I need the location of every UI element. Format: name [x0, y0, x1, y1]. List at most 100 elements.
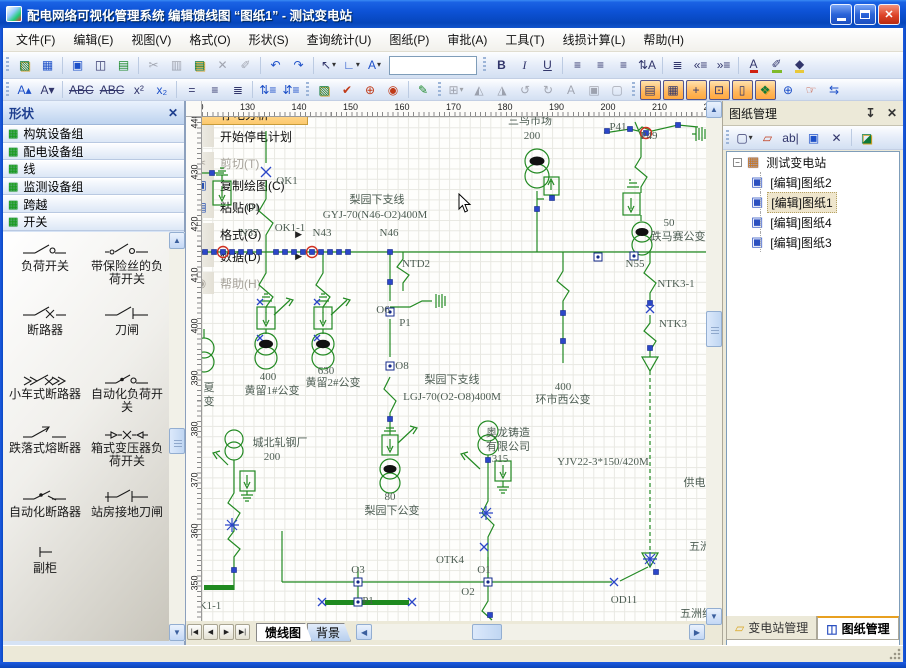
sheet-check-button[interactable]: ✔ — [337, 80, 358, 99]
save-button[interactable]: ▣ — [67, 56, 88, 75]
panel-tab-drawings[interactable]: ◫图纸管理 — [817, 616, 898, 640]
ruler-toggle-button[interactable]: ▤ — [640, 80, 661, 100]
last-page-button[interactable]: ▶| — [235, 624, 250, 640]
stencil-item-auto-load-switch[interactable]: 自动化负荷开关 — [87, 372, 167, 414]
menu-item-format[interactable]: 格式(O) — [180, 28, 239, 51]
print-button[interactable]: ▤ — [113, 56, 134, 75]
align-right-button[interactable]: ≡ — [613, 56, 634, 75]
stencil-scrollbar[interactable]: ▲ ▼ — [169, 232, 185, 641]
send-back-button[interactable]: ▢ — [607, 80, 628, 99]
fill-color-button[interactable]: ◆ — [789, 56, 810, 75]
canvas-scroll-up-icon[interactable]: ▲ — [706, 101, 722, 118]
minimize-button[interactable] — [830, 4, 852, 25]
drawing-canvas[interactable]: 120130140150160170180190200210220 440430… — [186, 101, 706, 621]
open-drawing-button[interactable]: ▱ — [757, 128, 778, 147]
note-edit-button[interactable]: ✎ — [413, 80, 434, 99]
bullets-button[interactable]: ≣ — [667, 56, 688, 75]
spacing-increase-button[interactable]: ⇅≡ — [257, 80, 278, 99]
new-drawing-button[interactable]: ▢ — [734, 128, 755, 147]
delete-drawing-button[interactable]: ✕ — [826, 128, 847, 147]
double-strikethrough-button[interactable]: ABC — [98, 80, 127, 99]
diagram-view-button[interactable]: ▧ — [314, 80, 335, 99]
connector-arrows-button[interactable]: ⇆ — [824, 80, 845, 99]
shape-group-2[interactable]: ▦配电设备组 — [3, 143, 184, 161]
font-increase-button[interactable]: A▴ — [14, 80, 35, 99]
menu-item-help[interactable]: 帮助(H) — [634, 28, 693, 51]
rotate-left-button[interactable]: ↺ — [515, 80, 536, 99]
flip-horizontal-button[interactable]: ◭ — [469, 80, 490, 99]
rotate-right-button[interactable]: ↻ — [538, 80, 559, 99]
tree-item-4[interactable]: ▣[编辑]图纸3 — [727, 232, 899, 252]
toolbar-drag-handle[interactable] — [6, 82, 9, 98]
shape-group-3[interactable]: ▦线 — [3, 160, 184, 178]
bold-button[interactable]: B — [491, 56, 512, 75]
undo-button[interactable]: ↶ — [265, 56, 286, 75]
cut-button[interactable]: ✂ — [143, 56, 164, 75]
indent-button[interactable]: »≡ — [713, 56, 734, 75]
rename-drawing-button[interactable]: ab| — [780, 128, 801, 147]
document-search-button[interactable]: ⊕ — [360, 80, 381, 99]
toolbar-drag-handle[interactable] — [6, 57, 9, 73]
pan-window-toggle-button[interactable]: ❖ — [755, 80, 776, 100]
tree-item-3[interactable]: ▣[编辑]图纸4 — [727, 212, 899, 232]
menu-item-query-stats[interactable]: 查询统计(U) — [298, 28, 381, 51]
marquee-toggle-button[interactable]: ⊡ — [709, 80, 730, 100]
menu-item-line-loss[interactable]: 线损计算(L) — [554, 28, 635, 51]
page-tab-background[interactable]: 背景 — [307, 623, 351, 642]
canvas-hscroll-thumb[interactable] — [472, 624, 502, 640]
format-painter-button[interactable]: ✐ — [235, 56, 256, 75]
canvas-scroll-right-icon[interactable]: ▶ — [689, 624, 705, 640]
canvas-horizontal-scrollbar[interactable]: ◀ ▶ — [356, 624, 705, 640]
superscript-button[interactable]: x² — [128, 80, 149, 99]
menu-item-shape[interactable]: 形状(S) — [240, 28, 298, 51]
pointer-tool-button[interactable]: ↖ — [318, 56, 339, 75]
toolbar-drag-handle[interactable] — [306, 82, 309, 98]
font-color-button[interactable]: A — [743, 56, 764, 75]
toolbar-drag-handle[interactable] — [726, 130, 729, 146]
canvas-scroll-down-icon[interactable]: ▼ — [706, 608, 722, 625]
align-left-button[interactable]: ≡ — [567, 56, 588, 75]
paste-button[interactable]: ▤ — [189, 56, 210, 75]
outdent-button[interactable]: «≡ — [690, 56, 711, 75]
shape-group-4[interactable]: ▦监测设备组 — [3, 178, 184, 196]
guides-toggle-button[interactable]: + — [686, 80, 707, 100]
copy-drawing-button[interactable]: ▣ — [803, 128, 824, 147]
zoom-tool-button[interactable]: ⊕ — [778, 80, 799, 99]
shape-group-5[interactable]: ▦跨越 — [3, 195, 184, 213]
menu-item-file[interactable]: 文件(F) — [7, 28, 64, 51]
prev-page-button[interactable]: ◀ — [203, 624, 218, 640]
font-decrease-button[interactable]: A▾ — [37, 80, 58, 99]
strikethrough-button[interactable]: ABC — [67, 80, 96, 99]
toolbar-drag-handle[interactable] — [632, 82, 635, 98]
subscript-button[interactable]: x₂ — [151, 80, 172, 99]
stencil-item-station-ground-knife[interactable]: 站房接地刀闸 — [87, 488, 167, 519]
properties-tool-button[interactable]: ☞ — [801, 80, 822, 99]
stencil-item-truck-breaker[interactable]: 小车式断路器 — [5, 372, 85, 401]
page-break-toggle-button[interactable]: ▯ — [732, 80, 753, 100]
tree-item-2[interactable]: ▣[编辑]图纸1 — [727, 192, 899, 212]
connector-tool-button[interactable]: ∟ — [341, 56, 362, 75]
panel-tab-substation[interactable]: ▱变电站管理 — [726, 616, 817, 640]
italic-button[interactable]: I — [514, 56, 535, 75]
vertical-text-button[interactable]: ⇅A — [636, 56, 658, 75]
menu-item-edit[interactable]: 编辑(E) — [64, 28, 122, 51]
font-combo[interactable] — [389, 56, 477, 75]
resize-grip[interactable] — [889, 648, 901, 660]
shape-group-6[interactable]: ▦开关 — [3, 213, 184, 231]
menu-item-approve[interactable]: 审批(A) — [438, 28, 496, 51]
toolbar-drag-handle[interactable] — [483, 57, 486, 73]
canvas-vscroll-thumb[interactable] — [706, 311, 722, 347]
tree-item-1[interactable]: ▣[编辑]图纸2 — [727, 172, 899, 192]
shapes-panel-close-icon[interactable]: ✕ — [168, 106, 178, 120]
stencil-item-aux-cabinet[interactable]: 副柜 — [5, 544, 85, 575]
new-diagram-button[interactable]: ▧ — [14, 56, 35, 75]
bring-front-button[interactable]: ▣ — [584, 80, 605, 99]
close-button[interactable]: ✕ — [878, 4, 900, 25]
stencil-item-load-switch[interactable]: 负荷开关 — [5, 242, 85, 273]
canvas-scroll-left-icon[interactable]: ◀ — [356, 624, 372, 640]
redo-button[interactable]: ↷ — [288, 56, 309, 75]
next-page-button[interactable]: ▶ — [219, 624, 234, 640]
align-center-button[interactable]: ≡ — [590, 56, 611, 75]
align-shapes-button[interactable]: ⊞ — [446, 80, 467, 99]
line-triple-button[interactable]: ≣ — [227, 80, 248, 99]
